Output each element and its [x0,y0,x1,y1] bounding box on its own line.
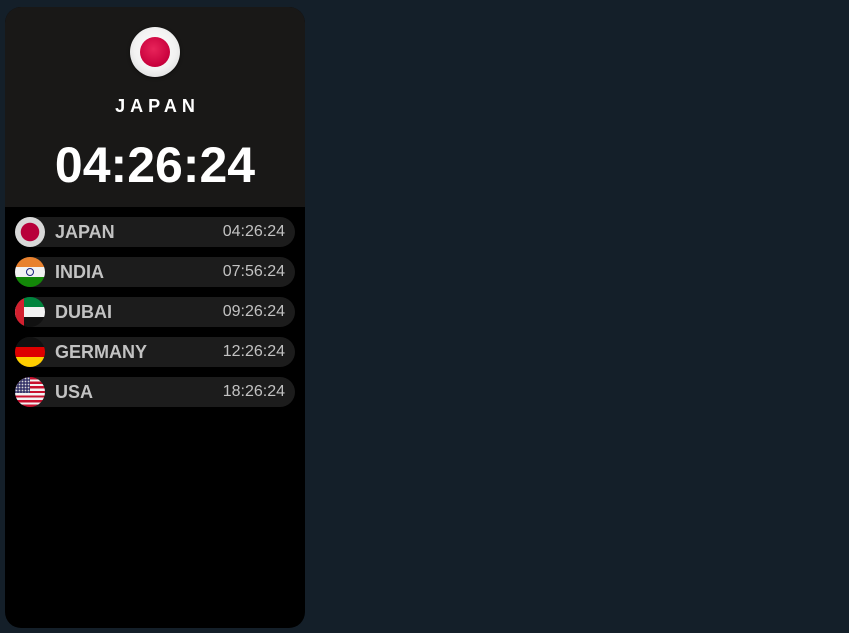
clock-row-time: 18:26:24 [222,383,285,400]
clock-row-label: GERMANY [55,342,148,362]
japan-flag-icon [15,217,45,247]
clock-row-label: USA [55,382,94,402]
uae-flag-icon [15,297,45,327]
clock-row-label: INDIA [55,262,104,282]
germany-flag-icon [15,337,45,367]
usa-flag-icon [15,377,45,407]
clock-row-japan[interactable]: JAPAN 04:26:24 [15,217,295,247]
uae-flag-red-band [15,297,24,327]
selected-clock-header: JAPAN 04:26:24 [5,7,305,207]
clock-row-time: 07:56:24 [222,263,285,280]
japan-flag-sun [140,37,170,67]
clock-row-label: DUBAI [55,302,112,322]
usa-flag-canton [15,377,30,393]
clock-row-time: 04:26:24 [222,223,285,240]
clock-row-time: 12:26:24 [222,343,285,360]
clock-row-india[interactable]: INDIA 07:56:24 [15,257,295,287]
clock-row-usa[interactable]: USA 18:26:24 [15,377,295,407]
selected-city-name: JAPAN [115,96,200,116]
clock-row-germany[interactable]: GERMANY 12:26:24 [15,337,295,367]
clock-row-label: JAPAN [55,222,115,242]
india-flag-icon [15,257,45,287]
selected-time: 04:26:24 [54,137,256,193]
world-clock-card: JAPAN 04:26:24 JAPAN 04:26:24 INDIA 07:5… [5,7,305,628]
clock-row-time: 09:26:24 [222,303,285,320]
ashoka-chakra-icon [26,268,34,276]
japan-flag-icon [130,27,180,77]
clock-row-dubai[interactable]: DUBAI 09:26:24 [15,297,295,327]
clock-list: JAPAN 04:26:24 INDIA 07:56:24 DUBAI 09:2… [15,217,295,417]
